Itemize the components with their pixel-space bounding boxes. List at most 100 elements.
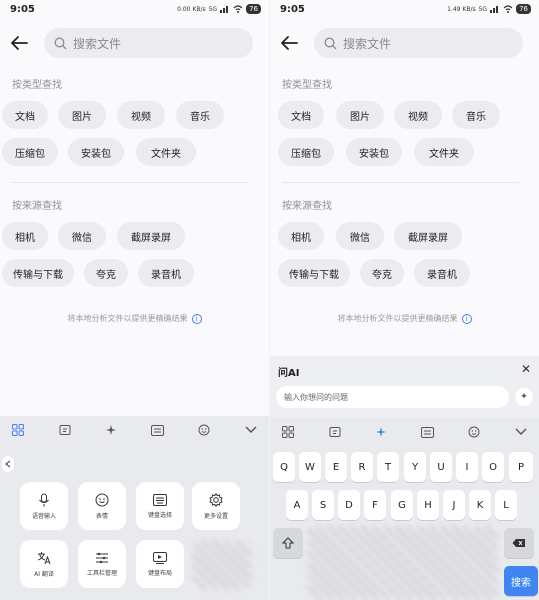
key-l[interactable]: L (495, 490, 517, 520)
ask-ai-title: 问AI (278, 368, 300, 379)
keyboard-icon[interactable] (418, 422, 438, 442)
chip-quark[interactable]: 夸克 (84, 259, 128, 287)
chip-music[interactable]: 音乐 (176, 101, 224, 129)
keyboard-toolbar (270, 418, 539, 446)
network-speed: 1.49 KB/s (447, 5, 476, 13)
key-h[interactable]: H (417, 490, 439, 520)
info-icon[interactable]: i (461, 313, 472, 324)
key-w[interactable]: W (299, 452, 321, 482)
clipboard-icon[interactable] (55, 420, 75, 440)
key-f[interactable]: F (364, 490, 386, 520)
tile-keyboard-select[interactable]: 键盘选择 (136, 482, 184, 530)
key-p[interactable]: P (509, 452, 533, 482)
key-r[interactable]: R (351, 452, 373, 482)
wifi-icon (503, 5, 513, 13)
back-arrow-icon[interactable] (8, 32, 30, 54)
chip-music[interactable]: 音乐 (452, 101, 500, 129)
source-section-title: 按来源查找 (12, 201, 62, 212)
chip-folders[interactable]: 文件夹 (414, 138, 474, 166)
key-s[interactable]: S (312, 490, 334, 520)
status-time: 9:05 (280, 4, 305, 15)
analysis-hint: 将本地分析文件以提供更精确结果 i (270, 313, 539, 324)
key-y[interactable]: Y (404, 452, 426, 482)
chip-quark[interactable]: 夸克 (360, 259, 404, 287)
close-icon[interactable]: ✕ (521, 362, 531, 376)
tile-more-settings[interactable]: 更多设置 (192, 482, 240, 530)
chip-apks[interactable]: 安装包 (68, 138, 124, 166)
key-a[interactable]: A (286, 490, 308, 520)
key-o[interactable]: O (482, 452, 504, 482)
status-indicators: 1.49 KB/s 5G 76 (447, 4, 531, 14)
backspace-key[interactable] (504, 528, 534, 558)
grid-menu-icon[interactable] (8, 420, 28, 440)
chip-documents[interactable]: 文档 (278, 101, 324, 129)
chip-apks[interactable]: 安装包 (346, 138, 402, 166)
tile-toolbar-manage[interactable]: 工具栏管理 (78, 540, 126, 588)
key-g[interactable]: G (391, 490, 413, 520)
toolbar-icon (96, 552, 108, 563)
chevron-left-icon[interactable] (2, 456, 14, 472)
key-u[interactable]: U (430, 452, 452, 482)
chip-downloads[interactable]: 传输与下载 (2, 259, 74, 287)
chip-documents[interactable]: 文档 (2, 101, 48, 129)
chip-videos[interactable]: 视频 (394, 101, 442, 129)
chip-wechat[interactable]: 微信 (58, 222, 106, 250)
keyboard-icon (153, 493, 167, 506)
key-j[interactable]: J (443, 490, 465, 520)
key-d[interactable]: D (338, 490, 360, 520)
tile-keyboard-layout[interactable]: 键盘布局 (136, 540, 184, 588)
back-arrow-icon[interactable] (278, 32, 300, 54)
chip-camera[interactable]: 相机 (2, 222, 48, 250)
left-screen: 9:05 0.00 KB/s 5G 76 搜索文件 按类型查找 文档 图片 视频… (0, 0, 269, 600)
chip-folders[interactable]: 文件夹 (136, 138, 196, 166)
chip-archives[interactable]: 压缩包 (2, 138, 58, 166)
chevron-down-icon[interactable] (511, 422, 531, 442)
key-e[interactable]: E (325, 452, 347, 482)
chip-images[interactable]: 图片 (336, 101, 384, 129)
signal-icon (490, 6, 499, 13)
emoji-icon[interactable] (464, 422, 484, 442)
ai-sparkle-icon[interactable]: ✦ (515, 388, 533, 406)
chip-screenshots[interactable]: 截屏录屏 (117, 222, 185, 250)
chip-videos[interactable]: 视频 (117, 101, 165, 129)
network-type: 5G (478, 5, 488, 13)
grid-menu-icon[interactable] (278, 422, 298, 442)
chip-wechat[interactable]: 微信 (336, 222, 384, 250)
chip-screenshots[interactable]: 截屏录屏 (394, 222, 462, 250)
chip-downloads[interactable]: 传输与下载 (278, 259, 350, 287)
source-section-title: 按来源查找 (282, 201, 332, 212)
ai-sparkle-icon[interactable] (101, 420, 121, 440)
tile-label: 语音输入 (31, 512, 56, 520)
chip-recorder[interactable]: 录音机 (414, 259, 470, 287)
key-k[interactable]: K (469, 490, 491, 520)
key-i[interactable]: I (456, 452, 478, 482)
keyboard: Q W E R T Y U I O P A S D F G H J K L 搜索 (270, 418, 539, 600)
analysis-hint: 将本地分析文件以提供更精确结果 i (0, 313, 269, 324)
ask-ai-input[interactable]: 输入你想问的问题 (276, 386, 509, 408)
obscured-keys (308, 526, 498, 600)
ask-ai-panel: 问AI ✕ 输入你想问的问题 ✦ (270, 356, 539, 418)
gear-icon (209, 492, 223, 507)
shift-key[interactable] (273, 528, 303, 558)
ai-sparkle-icon[interactable] (371, 422, 391, 442)
chip-archives[interactable]: 压缩包 (278, 138, 334, 166)
search-input[interactable]: 搜索文件 (314, 28, 523, 58)
chip-images[interactable]: 图片 (58, 101, 106, 129)
search-key[interactable]: 搜索 (504, 566, 538, 596)
emoji-icon[interactable] (194, 420, 214, 440)
clipboard-icon[interactable] (325, 422, 345, 442)
search-placeholder: 搜索文件 (73, 36, 122, 51)
key-q[interactable]: Q (273, 452, 295, 482)
search-input[interactable]: 搜索文件 (44, 28, 253, 58)
obscured-tile (192, 540, 252, 590)
tile-voice-input[interactable]: 语音输入 (20, 482, 68, 530)
keyboard-icon[interactable] (148, 420, 168, 440)
tile-emoji[interactable]: 表情 (78, 482, 126, 530)
chip-camera[interactable]: 相机 (278, 222, 324, 250)
key-t[interactable]: T (377, 452, 399, 482)
tile-ai-translate[interactable]: AI 翻译 (20, 540, 68, 588)
chip-recorder[interactable]: 录音机 (138, 259, 194, 287)
chevron-down-icon[interactable] (241, 420, 261, 440)
top-bar: 搜索文件 (270, 28, 539, 58)
info-icon[interactable]: i (191, 313, 202, 324)
